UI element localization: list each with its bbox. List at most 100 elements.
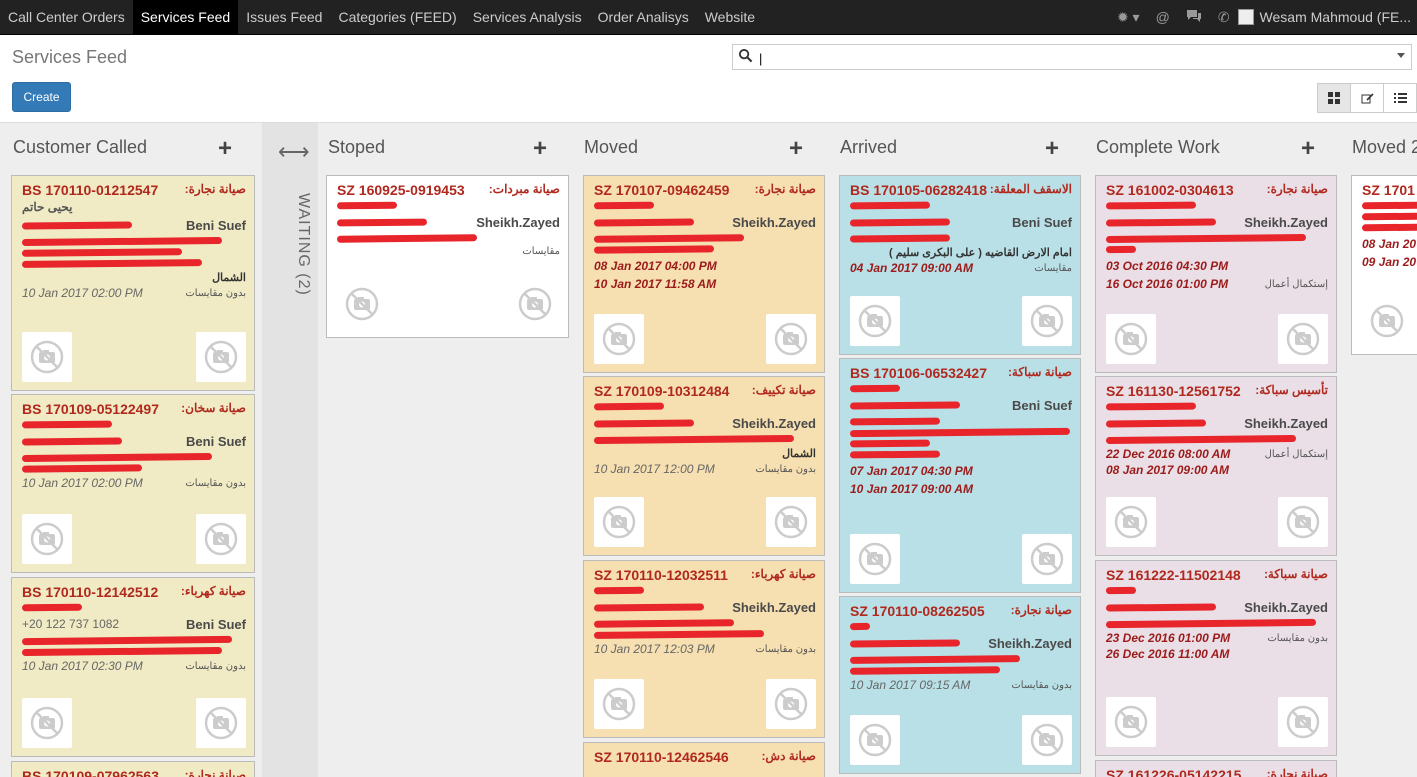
kanban-view-button[interactable] bbox=[1317, 83, 1351, 113]
card-date: 10 Jan 2017 02:00 PM bbox=[22, 476, 143, 490]
card-location: Beni Suef bbox=[186, 433, 246, 449]
systray: ✹ ▾ @ ✆ Wesam Mahmoud (FE... bbox=[1109, 0, 1417, 34]
card-start-date: 08 Jan 20 bbox=[1362, 237, 1417, 251]
main-menu: Call Center Orders Services Feed Issues … bbox=[0, 0, 763, 34]
menu-website[interactable]: Website bbox=[697, 0, 763, 34]
menu-call-center-orders[interactable]: Call Center Orders bbox=[0, 0, 133, 34]
kanban-card[interactable]: SZ 161002-0304613 صيانة نجارة: Sheikh.Zay… bbox=[1095, 175, 1337, 373]
folded-column-waiting[interactable]: ⟷ WAITING (2) bbox=[262, 123, 318, 777]
no-photo-icon bbox=[594, 679, 644, 729]
kanban-card[interactable]: SZ 170110-12032511 صيانة كهرباء: Sheikh.Z… bbox=[583, 560, 825, 738]
card-date: 04 Jan 2017 09:00 AM bbox=[850, 261, 973, 275]
list-view-button[interactable] bbox=[1383, 83, 1417, 113]
kanban-card[interactable]: BS 170110-12142512 صيانة كهرباء: +20 122 … bbox=[11, 577, 255, 757]
card-ref: SZ 170107-09462459 bbox=[594, 182, 730, 198]
card-tag: إستكمال أعمال bbox=[1264, 278, 1328, 290]
card-tag: بدون مقايسات bbox=[185, 477, 246, 489]
menu-order-analysis[interactable]: Order Analisys bbox=[590, 0, 697, 34]
card-tag: بدون مقايسات bbox=[1011, 679, 1072, 691]
kanban-card[interactable]: SZ 170109-10312484 صيانة تكييف: Sheikh.Za… bbox=[583, 376, 825, 556]
no-photo-icon bbox=[850, 296, 900, 346]
card-service: صيانة تكييف: bbox=[751, 383, 816, 397]
card-tag: بدون مقايسات bbox=[755, 643, 816, 655]
column-complete-work: Complete Work + SZ 161002-0304613 صيانة ن… bbox=[1086, 123, 1342, 777]
create-button[interactable]: Create bbox=[12, 82, 71, 112]
search-input[interactable] bbox=[757, 47, 1381, 69]
kanban-card[interactable]: SZ 161226-05142215 صيانة نجارة: bbox=[1095, 760, 1337, 777]
card-note: امام الارض القاضيه ( على البكرى سليم ) bbox=[888, 247, 1072, 259]
menu-issues-feed[interactable]: Issues Feed bbox=[238, 0, 330, 34]
card-tag: بدون مقايسات bbox=[755, 463, 816, 475]
no-photo-icon bbox=[766, 314, 816, 364]
kanban-card[interactable]: SZ 161222-11502148 صيانة سباكة: Sheikh.Za… bbox=[1095, 560, 1337, 756]
menu-services-feed[interactable]: Services Feed bbox=[132, 0, 239, 34]
kanban-card[interactable]: BS 170105-06282418 الاسقف المعلقة: Beni S… bbox=[839, 175, 1081, 355]
kanban-card[interactable]: SZ 1701 08 Jan 20 09 Jan 20 bbox=[1351, 175, 1417, 355]
no-photo-icon bbox=[766, 679, 816, 729]
no-photo-icon bbox=[594, 497, 644, 547]
column-customer-called: Customer Called + BS 170110-01212547 صيان… bbox=[0, 123, 262, 777]
phone-icon[interactable]: ✆ bbox=[1218, 9, 1230, 26]
kanban-card[interactable]: SZ 170110-08262505 صيانة نجارة: Sheikh.Za… bbox=[839, 596, 1081, 774]
kanban-card[interactable]: SZ 170107-09462459 صيانة نجارة: Sheikh.Za… bbox=[583, 175, 825, 373]
add-card-icon[interactable]: + bbox=[218, 137, 232, 161]
card-location: Sheikh.Zayed bbox=[1244, 415, 1328, 431]
column-title: Complete Work bbox=[1096, 137, 1220, 157]
menu-services-analysis[interactable]: Services Analysis bbox=[465, 0, 590, 34]
card-tag: مقايسات bbox=[1034, 262, 1072, 274]
kanban-card[interactable]: BS 170109-05122497 صيانة سخان: Beni Suef … bbox=[11, 394, 255, 573]
column-title: Moved bbox=[584, 137, 639, 157]
card-service: صيانة سباكة: bbox=[1263, 567, 1328, 581]
expand-arrows-icon[interactable]: ⟷ bbox=[278, 139, 310, 165]
kanban-card[interactable]: SZ 170110-12462546 صيانة دش: bbox=[583, 742, 825, 777]
kanban-card[interactable]: BS 170110-01212547 صيانة نجارة: يحيى حاتم… bbox=[11, 175, 255, 391]
card-end-date: 26 Dec 2016 11:00 AM bbox=[1106, 647, 1230, 661]
card-tag: مقايسات bbox=[522, 246, 560, 257]
card-ref: SZ 160925-0919453 bbox=[337, 182, 465, 198]
add-card-icon[interactable]: + bbox=[533, 137, 547, 161]
bug-icon[interactable]: ✹ ▾ bbox=[1117, 9, 1140, 26]
card-start-date: 22 Dec 2016 08:00 AM bbox=[1106, 447, 1231, 461]
no-photo-icon bbox=[1022, 715, 1072, 765]
user-menu[interactable]: Wesam Mahmoud (FE... bbox=[1237, 9, 1417, 25]
kanban-card[interactable]: SZ 160925-0919453 صيانة مبردات: Sheikh.Za… bbox=[326, 175, 569, 338]
card-ref: SZ 170110-08262505 bbox=[850, 603, 985, 619]
menu-categories-feed[interactable]: Categories (FEED) bbox=[330, 0, 464, 34]
form-view-button[interactable] bbox=[1350, 83, 1384, 113]
kanban-board: Customer Called + BS 170110-01212547 صيان… bbox=[0, 122, 1417, 777]
card-start-date: 08 Jan 2017 04:00 PM bbox=[594, 259, 717, 273]
chat-icon[interactable] bbox=[1186, 9, 1202, 26]
list-view-icon bbox=[1393, 93, 1407, 103]
kanban-card[interactable]: BS 170109-07962563 صيانة نجارة: bbox=[11, 761, 255, 777]
card-service: صيانة مبردات: bbox=[488, 182, 560, 196]
column-title: Stoped bbox=[328, 137, 386, 157]
no-photo-icon bbox=[1278, 497, 1328, 547]
no-photo-icon bbox=[766, 497, 816, 547]
card-service: صيانة كهرباء: bbox=[750, 567, 816, 581]
column-stoped: Stoped + SZ 160925-0919453 صيانة مبردات: … bbox=[318, 123, 574, 777]
card-tag: بدون مقايسات bbox=[1267, 632, 1328, 644]
no-photo-icon bbox=[22, 332, 72, 382]
search-options-chevron-icon[interactable] bbox=[1397, 53, 1405, 58]
card-location: Sheikh.Zayed bbox=[988, 635, 1072, 651]
add-card-icon[interactable]: + bbox=[1045, 137, 1059, 161]
top-navbar: Call Center Orders Services Feed Issues … bbox=[0, 0, 1417, 35]
card-date: 10 Jan 2017 09:15 AM bbox=[850, 678, 971, 692]
add-card-icon[interactable]: + bbox=[1301, 137, 1315, 161]
card-start-date: 07 Jan 2017 04:30 PM bbox=[850, 464, 973, 478]
card-service: صيانة سخان: bbox=[181, 401, 246, 415]
search-icon bbox=[738, 48, 753, 63]
card-service: صيانة كهرباء: bbox=[180, 584, 246, 598]
user-name: Wesam Mahmoud (FE... bbox=[1259, 9, 1411, 25]
at-icon[interactable]: @ bbox=[1156, 9, 1170, 25]
add-card-icon[interactable]: + bbox=[789, 137, 803, 161]
card-service: صيانة دش: bbox=[761, 749, 816, 763]
no-photo-icon bbox=[196, 514, 246, 564]
kanban-card[interactable]: BS 170106-06532427 صيانة سباكة: Beni Suef… bbox=[839, 358, 1081, 593]
kanban-card[interactable]: SZ 161130-12561752 تأسيس سباكة: Sheikh.Za… bbox=[1095, 376, 1337, 556]
card-start-date: 23 Dec 2016 01:00 PM bbox=[1106, 631, 1231, 645]
card-end-date: 09 Jan 20 bbox=[1362, 255, 1417, 269]
card-service: صيانة نجارة: bbox=[754, 182, 816, 196]
search-box[interactable] bbox=[732, 44, 1412, 70]
card-tag: بدون مقايسات bbox=[185, 660, 246, 672]
